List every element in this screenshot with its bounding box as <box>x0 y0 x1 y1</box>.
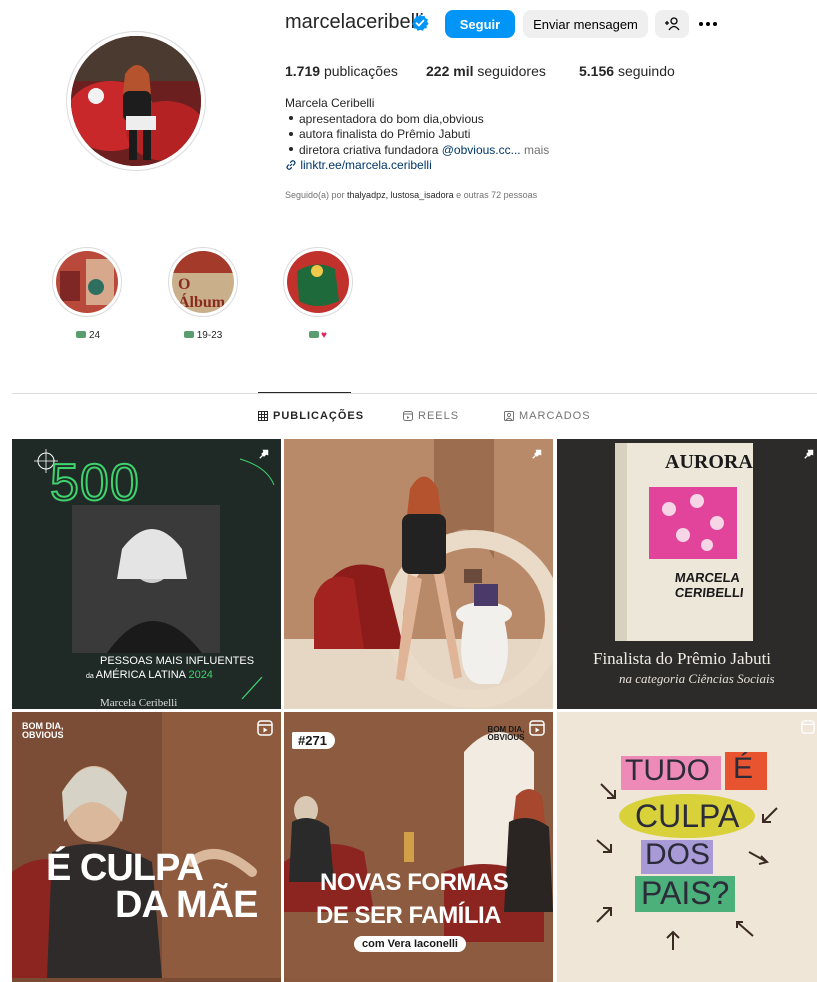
followers-label: seguidores <box>477 63 546 79</box>
post-5-guest: com Vera Iaconelli <box>354 936 466 952</box>
pinned-icon <box>532 449 542 459</box>
post-3-author-line1: MARCELA <box>674 570 741 585</box>
post-tile[interactable]: #271 BOM DIA, OBVIOUS NOVAS FORMAS DE SE… <box>284 712 553 982</box>
post-1-caption-line2: da AMÉRICA LATINA 2024 <box>86 669 213 681</box>
follow-button[interactable]: Seguir <box>445 10 515 38</box>
following-count[interactable]: 5.156 seguindo <box>579 63 675 79</box>
highlight-1[interactable] <box>52 247 122 317</box>
heart-emoji-icon: ♥ <box>321 330 327 341</box>
bio-link-row[interactable]: linktr.ee/marcela.ceribelli <box>285 158 605 174</box>
reel-icon <box>529 720 545 736</box>
post-5-episode-badge: #271 <box>292 732 335 749</box>
post-1-caption-line1: PESSOAS MAIS INFLUENTES <box>100 655 255 667</box>
post-3-subline: na categoria Ciências Sociais <box>619 671 775 686</box>
post-image <box>12 712 281 978</box>
books-emoji-icon <box>309 331 320 338</box>
highlight-3-label: ♥ <box>268 330 368 341</box>
post-6-word-5: PAIS? <box>641 875 730 911</box>
post-6-word-3: CULPA <box>635 798 740 834</box>
highlight-cover <box>56 251 118 313</box>
post-3-book-title: AURORA <box>665 451 753 473</box>
options-button[interactable] <box>694 10 722 38</box>
tabs-divider <box>12 393 817 394</box>
post-tile[interactable]: BOM DIA, OBVIOUS É CULPA DA MÃE <box>12 712 281 982</box>
active-tab-indicator <box>258 392 351 393</box>
profile-bio: Marcela Ceribelli apresentadora do bom d… <box>285 96 605 174</box>
posts-count-value: 1.719 <box>285 63 321 79</box>
post-6-word-4: DOS <box>645 838 711 871</box>
username: marcelaceribelli <box>285 11 424 33</box>
send-message-button[interactable]: Enviar mensagem <box>523 10 648 38</box>
bio-mention-link[interactable]: @obvious.cc... <box>442 143 521 157</box>
bio-line: diretora criativa fundadora @obvious.cc.… <box>285 143 605 159</box>
highlight-2[interactable]: O Álbum <box>168 247 238 317</box>
svg-text:Álbum: Álbum <box>178 292 226 311</box>
followers-count-value: 222 mil <box>426 63 474 79</box>
followers-count[interactable]: 222 mil seguidores <box>426 63 546 79</box>
bio-external-link[interactable]: linktr.ee/marcela.ceribelli <box>300 158 431 172</box>
highlight-2-label: 19-23 <box>153 330 253 341</box>
highlight-cover <box>287 251 349 313</box>
highlight-1-label: 24 <box>38 330 138 341</box>
books-emoji-icon <box>75 331 86 338</box>
post-1-caption-name: Marcela Ceribelli <box>100 697 178 709</box>
post-5-headline-line1: NOVAS FORMAS <box>320 869 509 896</box>
grid-icon <box>258 411 268 421</box>
reel-icon <box>801 720 815 734</box>
following-count-value: 5.156 <box>579 63 615 79</box>
post-6-word-1: TUDO <box>625 754 710 787</box>
highlight-3[interactable] <box>283 247 353 317</box>
post-3-author-line2: CERIBELLI <box>674 585 745 600</box>
bio-line: autora finalista do Prêmio Jabuti <box>285 127 605 143</box>
post-tile[interactable]: AURORA MARCELA CERIBELLI Finalista do Pr… <box>557 439 817 709</box>
post-image <box>284 439 553 709</box>
profile-avatar[interactable] <box>71 36 201 166</box>
post-5-headline-line2: DE SER FAMÍLIA <box>316 902 502 929</box>
tab-tagged[interactable]: MARCADOS <box>504 410 591 422</box>
posts-label: publicações <box>323 63 398 79</box>
pinned-icon <box>259 449 269 459</box>
post-6-word-2: É <box>733 752 754 785</box>
link-icon <box>286 160 296 170</box>
books-emoji-icon <box>183 331 194 338</box>
bio-more-button[interactable]: mais <box>521 143 549 157</box>
verified-badge-icon <box>412 14 429 31</box>
posts-count: 1.719 publicações <box>285 63 398 79</box>
svg-text:O: O <box>178 276 190 293</box>
reels-icon <box>403 411 413 421</box>
avatar-photo <box>71 36 201 166</box>
post-3-headline: Finalista do Prêmio Jabuti <box>593 649 772 668</box>
post-4-brand: BOM DIA, OBVIOUS <box>22 721 64 740</box>
bio-line: apresentadora do bom dia,obvious <box>285 112 605 128</box>
tab-posts[interactable]: PUBLICAÇÕES <box>258 410 364 422</box>
post-4-headline-line2: DA MÃE <box>115 884 258 926</box>
reel-icon <box>257 720 273 736</box>
more-options-icon <box>699 22 717 26</box>
followed-by-names[interactable]: thalyadpz, lustosa_isadora <box>347 190 454 200</box>
tab-reels[interactable]: REELS <box>403 410 459 422</box>
bio-name: Marcela Ceribelli <box>285 96 375 110</box>
add-person-icon <box>665 17 680 31</box>
highlight-cover: O Álbum <box>172 251 234 313</box>
post-tile[interactable] <box>284 439 553 709</box>
pinned-icon <box>804 449 814 459</box>
tagged-icon <box>504 411 514 421</box>
post-tile[interactable]: TUDO É CULPA DOS PAIS? <box>557 712 817 982</box>
following-label: seguindo <box>617 63 675 79</box>
post-tile[interactable]: 500 PESSOAS MAIS INFLUENTES da AMÉRICA L… <box>12 439 281 709</box>
suggested-accounts-button[interactable] <box>655 10 689 38</box>
post-1-number: 500 <box>49 453 140 513</box>
followed-by-text[interactable]: Seguido(a) por thalyadpz, lustosa_isador… <box>285 190 537 200</box>
post-5-brand: BOM DIA, OBVIOUS <box>487 725 525 742</box>
